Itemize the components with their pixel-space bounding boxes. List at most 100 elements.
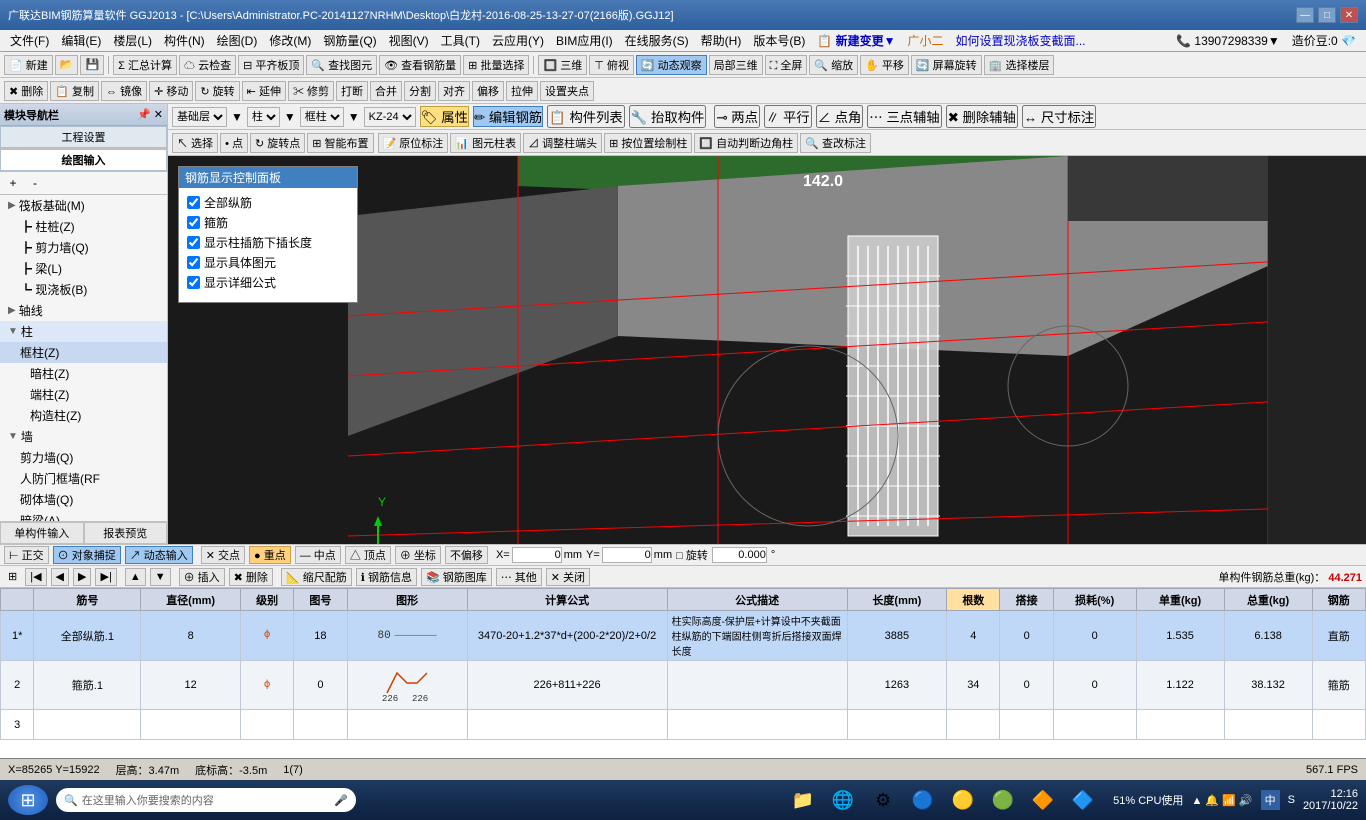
tree-pile-col[interactable]: ┣ 柱桩(Z) [0, 216, 167, 237]
menu-help[interactable]: 帮助(H) [695, 30, 748, 51]
open-button[interactable]: 📂 [55, 55, 79, 75]
menu-view[interactable]: 视图(V) [383, 30, 435, 51]
menu-bim[interactable]: BIM应用(I) [550, 30, 619, 51]
menu-version[interactable]: 版本号(B) [747, 30, 811, 51]
layer-select[interactable]: 基础层 [172, 107, 227, 127]
no-offset-btn[interactable]: 不偏移 [445, 546, 488, 564]
offset-button[interactable]: 偏移 [472, 81, 504, 101]
draw-pos-btn[interactable]: ⊞ 按位置绘制柱 [604, 133, 692, 153]
local-3d-button[interactable]: 局部三维 [709, 55, 763, 75]
stretch-button[interactable]: 拉伸 [506, 81, 538, 101]
top-view-button[interactable]: ⊤ 俯视 [589, 55, 634, 75]
rebar-first-btn[interactable]: |◀ [25, 568, 46, 586]
3d-canvas[interactable]: 钢筋显示控制面板 全部纵筋 箍筋 显示柱插筋下插长度 显示具体图元 显示详细公式 [168, 156, 1366, 544]
close-button[interactable]: ✕ [1340, 7, 1358, 23]
dynamic-input-btn[interactable]: ↗ 动态输入 [125, 546, 193, 564]
rebar-opt-insert-len[interactable]: 显示柱插筋下插长度 [187, 234, 349, 251]
menu-file[interactable]: 文件(F) [4, 30, 55, 51]
rebar-last-btn[interactable]: ▶| [95, 568, 116, 586]
menu-tools[interactable]: 工具(T) [435, 30, 486, 51]
part-list-btn[interactable]: 📋 构件列表 [547, 105, 625, 128]
mirror-button[interactable]: ⇔ 镜像 [101, 81, 147, 101]
rebar-down-btn[interactable]: ▼ [150, 568, 171, 586]
menu-draw[interactable]: 绘图(D) [211, 30, 264, 51]
rebar-insert-btn[interactable]: ⊕ 插入 [179, 568, 225, 586]
zoom-button[interactable]: 🔍 缩放 [809, 55, 858, 75]
rotate-input[interactable] [712, 547, 767, 563]
rebar-opt-detail-formula[interactable]: 显示详细公式 [187, 274, 349, 291]
menu-phone[interactable]: 📞 13907298339▼ [1170, 32, 1286, 50]
property-btn[interactable]: 🏷 属性 [420, 106, 469, 127]
rebar-table-row[interactable]: 2箍筋.112ф0226226226+811+226126334001.1223… [1, 661, 1366, 710]
taskbar-clock[interactable]: 12:16 2017/10/22 [1303, 788, 1358, 812]
new-button[interactable]: 📄 新建 [4, 55, 53, 75]
rebar-next-btn[interactable]: ▶ [73, 568, 91, 586]
align-button[interactable]: 对齐 [438, 81, 470, 101]
taskbar-icon-4[interactable]: 🔵 [909, 786, 937, 814]
pan-button[interactable]: ✋ 平移 [860, 55, 909, 75]
single-input-btn[interactable]: 单构件输入 [0, 522, 84, 544]
tree-masonry-wall[interactable]: 砌体墙(Q) [0, 489, 167, 510]
3d-button[interactable]: 🔲 三维 [538, 55, 587, 75]
rebar-lib-btn[interactable]: 📚 钢筋图库 [421, 568, 492, 586]
tree-beam-found[interactable]: ┣ 梁(L) [0, 258, 167, 279]
fullscreen-button[interactable]: ⛶ 全屏 [765, 55, 808, 75]
menu-component[interactable]: 构件(N) [158, 30, 211, 51]
menu-online[interactable]: 在线服务(S) [619, 30, 695, 51]
tree-wall[interactable]: ▼ 墙 [0, 426, 167, 447]
view-rebar-button[interactable]: 👁 查看钢筋量 [379, 55, 461, 75]
tree-airdef-wall[interactable]: 人防门框墙(RF [0, 468, 167, 489]
rebar-delete-btn[interactable]: ✖ 删除 [229, 568, 273, 586]
tree-struct-col[interactable]: 构造柱(Z) [0, 405, 167, 426]
align-slab-button[interactable]: ⊟ 平齐板顶 [238, 55, 304, 75]
menu-edit[interactable]: 编辑(E) [55, 30, 107, 51]
resize-rebar-btn[interactable]: 📐 缩尺配筋 [281, 568, 352, 586]
two-point-btn[interactable]: ⊸ 两点 [714, 105, 760, 128]
intersection-btn[interactable]: ✕ 交点 [201, 546, 245, 564]
rebar-up-btn[interactable]: ▲ [125, 568, 146, 586]
menu-price[interactable]: 造价豆:0 💎 [1286, 30, 1362, 51]
auto-corner-btn[interactable]: 🔲 自动判断边角柱 [694, 133, 798, 153]
midpoint-btn[interactable]: ● 重点 [249, 546, 291, 564]
origin-label-btn[interactable]: 📝 原位标注 [378, 133, 449, 153]
rebar-table-row[interactable]: 3 [1, 710, 1366, 740]
elem-table-btn[interactable]: 📊 图元柱表 [450, 133, 521, 153]
minimize-button[interactable]: — [1296, 7, 1314, 23]
dynamic-view-button[interactable]: 🔄 动态观察 [636, 55, 707, 75]
menu-floor[interactable]: 楼层(L) [107, 30, 158, 51]
pickup-btn[interactable]: 🔧 抬取构件 [629, 105, 707, 128]
corner-point-btn[interactable]: ∠ 点角 [816, 105, 864, 128]
rebar-table-row[interactable]: 1*全部纵筋.18ф1880———————3470-20+1.2*37*d+(2… [1, 611, 1366, 661]
nav-panel-controls[interactable]: 📌 ✕ [137, 108, 163, 121]
rebar-opt-show-elem[interactable]: 显示具体图元 [187, 254, 349, 271]
taskbar-icon-1[interactable]: 📁 [789, 786, 817, 814]
rebar-info-btn[interactable]: ℹ 钢筋信息 [356, 568, 417, 586]
tree-column[interactable]: ▼ 柱 [0, 321, 167, 342]
copy-button[interactable]: 📋 复制 [50, 81, 99, 101]
edit-rebar-btn[interactable]: ✏ 编辑钢筋 [473, 106, 543, 127]
three-point-btn[interactable]: ⋯ 三点辅轴 [867, 105, 941, 128]
merge-button[interactable]: 合并 [370, 81, 402, 101]
report-preview-btn[interactable]: 报表预览 [84, 522, 168, 544]
tree-axis[interactable]: ▶ 轴线 [0, 300, 167, 321]
grip-point-button[interactable]: 设置夹点 [540, 81, 594, 101]
engineering-setup-btn[interactable]: 工程设置 [0, 126, 167, 148]
rebar-opt-stirrup[interactable]: 箍筋 [187, 214, 349, 231]
dimension-btn[interactable]: ↔ 尺寸标注 [1022, 105, 1096, 128]
rotate-point-btn[interactable]: ↻ 旋转点 [250, 133, 305, 153]
tree-collapse-btn[interactable]: - [26, 174, 44, 192]
batch-select-button[interactable]: ⊞ 批量选择 [463, 55, 529, 75]
smart-cloth-btn[interactable]: ⊞ 智能布置 [307, 133, 373, 153]
move-button[interactable]: ✛ 移动 [149, 81, 193, 101]
point-btn[interactable]: • 点 [220, 133, 248, 153]
tree-shear-wall-found[interactable]: ┣ 剪力墙(Q) [0, 237, 167, 258]
menu-new-change[interactable]: 📋 新建变更▼ [811, 30, 901, 51]
rotate-button[interactable]: ↻ 旋转 [195, 81, 239, 101]
screen-rotate-button[interactable]: 🔄 屏幕旋转 [911, 55, 982, 75]
select-floor-button[interactable]: 🏢 选择楼层 [984, 55, 1055, 75]
tree-end-col[interactable]: 端柱(Z) [0, 384, 167, 405]
rebar-prev-btn[interactable]: ◀ [51, 568, 69, 586]
rebar-table-container[interactable]: 筋号 直径(mm) 级别 图号 图形 计算公式 公式描述 长度(mm) 根数 搭… [0, 588, 1366, 758]
rebar-opt-all-long[interactable]: 全部纵筋 [187, 194, 349, 211]
search-bar[interactable]: 🔍 在这里输入你要搜索的内容 🎤 [56, 788, 356, 812]
